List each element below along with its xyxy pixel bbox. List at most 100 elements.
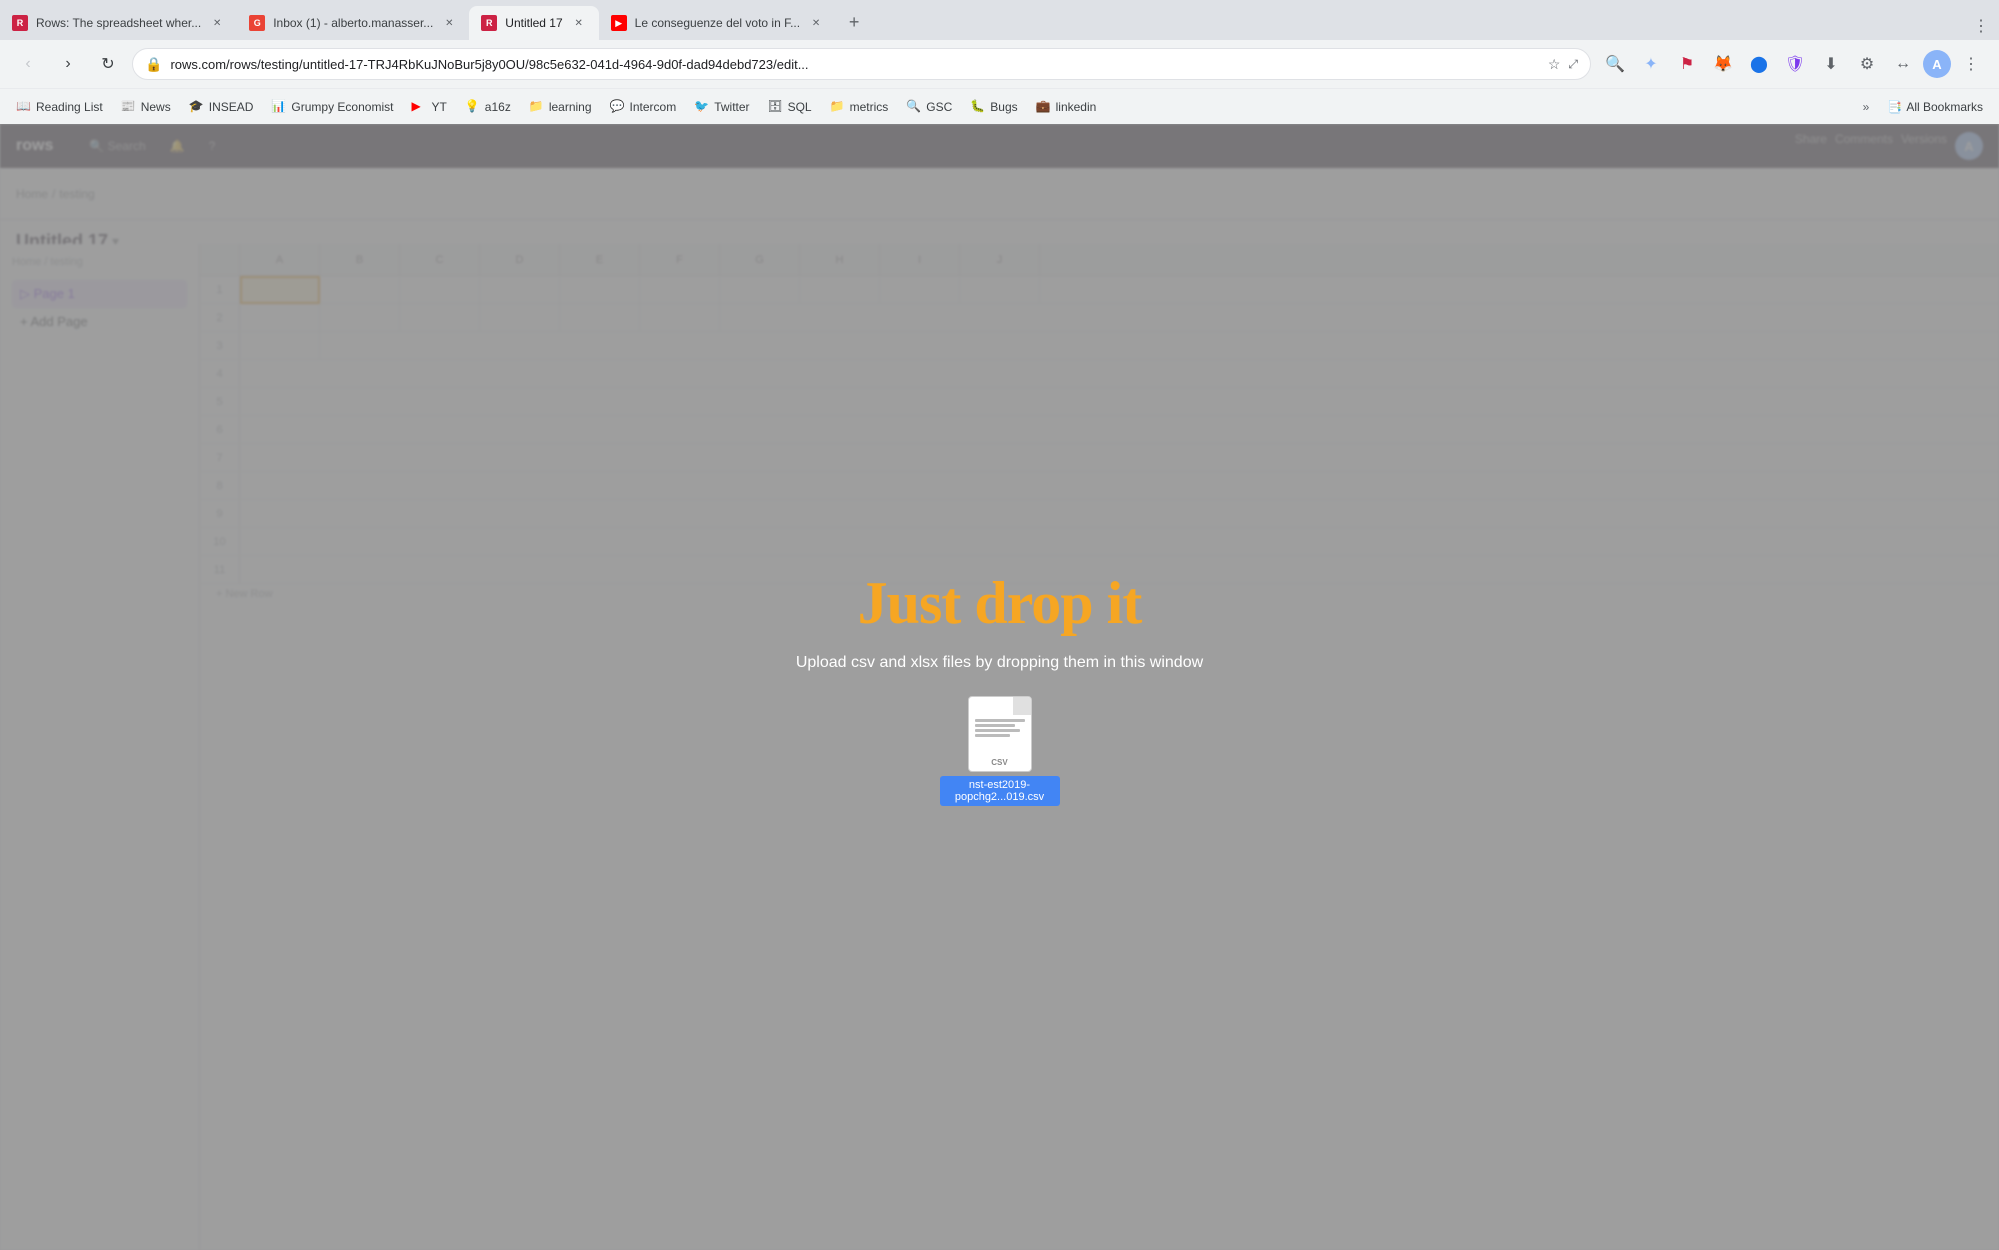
drop-subtitle: Upload csv and xlsx files by dropping th… — [796, 654, 1203, 672]
csv-file-icon: csv — [968, 696, 1032, 772]
csv-label: csv — [969, 758, 1031, 767]
tab-1-close[interactable]: ✕ — [209, 15, 225, 31]
nav-right-icons: 🔍 ✦ ⚑ 🦊 ⬤ 🛡 ⬇ ⚙ ↔ A ⋮ — [1599, 48, 1987, 80]
nav-bar: ‹ › ↻ 🔒 rows.com/rows/testing/untitled-1… — [0, 40, 1999, 88]
tab-1-favicon: R — [12, 15, 28, 31]
file-corner — [1013, 697, 1031, 715]
tab-3[interactable]: R Untitled 17 ✕ — [469, 6, 598, 40]
sync-icon[interactable]: ↔ — [1887, 48, 1919, 80]
reading-list-favicon: 📖 — [16, 99, 32, 115]
bookmark-sql-label: SQL — [788, 100, 812, 114]
grumpy-favicon: 📊 — [271, 99, 287, 115]
circle-icon[interactable]: ⬤ — [1743, 48, 1775, 80]
bugs-favicon: 🐛 — [970, 99, 986, 115]
drag-drop-overlay: Just drop it Upload csv and xlsx files b… — [0, 124, 1999, 1250]
linkedin-favicon: 💼 — [1036, 99, 1052, 115]
drop-title: Just drop it — [858, 569, 1142, 638]
shield-icon[interactable]: 🛡 — [1779, 48, 1811, 80]
bookmark-linkedin[interactable]: 💼 linkedin — [1028, 95, 1105, 119]
news-favicon: 📰 — [121, 99, 137, 115]
extensions-icon[interactable]: ⚙ — [1851, 48, 1883, 80]
window-controls: ⋮ — [1971, 16, 1999, 40]
bookmark-reading-list[interactable]: 📖 Reading List — [8, 95, 111, 119]
gsc-favicon: 🔍 — [906, 99, 922, 115]
intercom-favicon: 💬 — [610, 99, 626, 115]
tab-4-title: Le conseguenze del voto in F... — [635, 16, 800, 30]
a16z-favicon: 💡 — [465, 99, 481, 115]
bookmark-grumpy[interactable]: 📊 Grumpy Economist — [263, 95, 401, 119]
tab-2[interactable]: G Inbox (1) - alberto.manasser... ✕ — [237, 6, 469, 40]
bookmark-yt[interactable]: ▶ YT — [403, 95, 454, 119]
forward-button[interactable]: › — [52, 48, 84, 80]
browser-frame: R Rows: The spreadsheet wher... ✕ G Inbo… — [0, 0, 1999, 1250]
bookmark-learning[interactable]: 📁 learning — [521, 95, 600, 119]
tab-3-close[interactable]: ✕ — [571, 15, 587, 31]
back-button[interactable]: ‹ — [12, 48, 44, 80]
learning-favicon: 📁 — [529, 99, 545, 115]
bookmark-insead[interactable]: 🎓 INSEAD — [181, 95, 262, 119]
tab-2-title: Inbox (1) - alberto.manasser... — [273, 16, 433, 30]
bookmark-sql[interactable]: 🗄 SQL — [760, 95, 820, 119]
bookmark-linkedin-label: linkedin — [1056, 100, 1097, 114]
sql-favicon: 🗄 — [768, 99, 784, 115]
all-bookmarks-label: All Bookmarks — [1906, 100, 1983, 114]
file-icon-wrapper: csv nst-est2019-popchg2...019.csv — [940, 696, 1060, 806]
bookmark-twitter-label: Twitter — [714, 100, 749, 114]
tab-4-close[interactable]: ✕ — [808, 15, 824, 31]
bookmark-star-icon[interactable]: ☆ — [1548, 56, 1561, 73]
bookmarks-folder-icon: 📑 — [1887, 100, 1902, 114]
file-line-2 — [975, 724, 1015, 727]
tab-1[interactable]: R Rows: The spreadsheet wher... ✕ — [0, 6, 237, 40]
bookmark-news-label: News — [141, 100, 171, 114]
external-link-icon[interactable]: ⤢ — [1568, 57, 1578, 72]
bookmark-intercom[interactable]: 💬 Intercom — [602, 95, 685, 119]
bookmark-twitter[interactable]: 🐦 Twitter — [686, 95, 757, 119]
bookmark-gsc[interactable]: 🔍 GSC — [898, 95, 960, 119]
tab-1-title: Rows: The spreadsheet wher... — [36, 16, 201, 30]
metamask-icon[interactable]: 🦊 — [1707, 48, 1739, 80]
main-content: rows 🔍 Search 🔔 ? Share Comments Version… — [0, 124, 1999, 1250]
file-line-1 — [975, 719, 1025, 722]
bookmarks-bar: 📖 Reading List 📰 News 🎓 INSEAD 📊 Grumpy … — [0, 88, 1999, 124]
minimize-button[interactable]: ⋮ — [1971, 16, 1991, 36]
bookmark-bugs-label: Bugs — [990, 100, 1017, 114]
yt-favicon: ▶ — [411, 99, 427, 115]
download-icon[interactable]: ⬇ — [1815, 48, 1847, 80]
insead-favicon: 🎓 — [189, 99, 205, 115]
bookmark-grumpy-label: Grumpy Economist — [291, 100, 393, 114]
file-line-4 — [975, 734, 1010, 737]
search-icon[interactable]: 🔍 — [1599, 48, 1631, 80]
bookmark-a16z-label: a16z — [485, 100, 511, 114]
file-line-3 — [975, 729, 1020, 732]
bookmark-intercom-label: Intercom — [630, 100, 677, 114]
lock-icon: 🔒 — [145, 56, 162, 73]
bookmark-reading-list-label: Reading List — [36, 100, 103, 114]
bookmark-metrics-label: metrics — [850, 100, 889, 114]
metrics-favicon: 📁 — [830, 99, 846, 115]
twitter-favicon: 🐦 — [694, 99, 710, 115]
bookmark-metrics[interactable]: 📁 metrics — [822, 95, 897, 119]
bookmark-a16z[interactable]: 💡 a16z — [457, 95, 519, 119]
tab-3-favicon: R — [481, 15, 497, 31]
bookmark-news[interactable]: 📰 News — [113, 95, 179, 119]
tab-bar: R Rows: The spreadsheet wher... ✕ G Inbo… — [0, 0, 1999, 40]
bookmark-learning-label: learning — [549, 100, 592, 114]
bookmark-yt-label: YT — [431, 100, 446, 114]
rows-extension-icon[interactable]: ⚑ — [1671, 48, 1703, 80]
performance-icon[interactable]: ✦ — [1635, 48, 1667, 80]
menu-icon[interactable]: ⋮ — [1955, 48, 1987, 80]
new-tab-button[interactable]: + — [840, 8, 868, 36]
tab-2-favicon: G — [249, 15, 265, 31]
tab-4-favicon: ▶ — [611, 15, 627, 31]
file-name-badge: nst-est2019-popchg2...019.csv — [940, 776, 1060, 806]
bookmark-bugs[interactable]: 🐛 Bugs — [962, 95, 1025, 119]
address-text: rows.com/rows/testing/untitled-17-TRJ4Rb… — [170, 57, 1539, 72]
address-bar[interactable]: 🔒 rows.com/rows/testing/untitled-17-TRJ4… — [132, 48, 1591, 80]
tab-4[interactable]: ▶ Le conseguenze del voto in F... ✕ — [599, 6, 836, 40]
bookmarks-more-button[interactable]: » — [1855, 96, 1878, 118]
profile-icon[interactable]: A — [1923, 50, 1951, 78]
reload-button[interactable]: ↻ — [92, 48, 124, 80]
all-bookmarks-button[interactable]: 📑 All Bookmarks — [1879, 96, 1991, 118]
bookmark-gsc-label: GSC — [926, 100, 952, 114]
tab-2-close[interactable]: ✕ — [441, 15, 457, 31]
